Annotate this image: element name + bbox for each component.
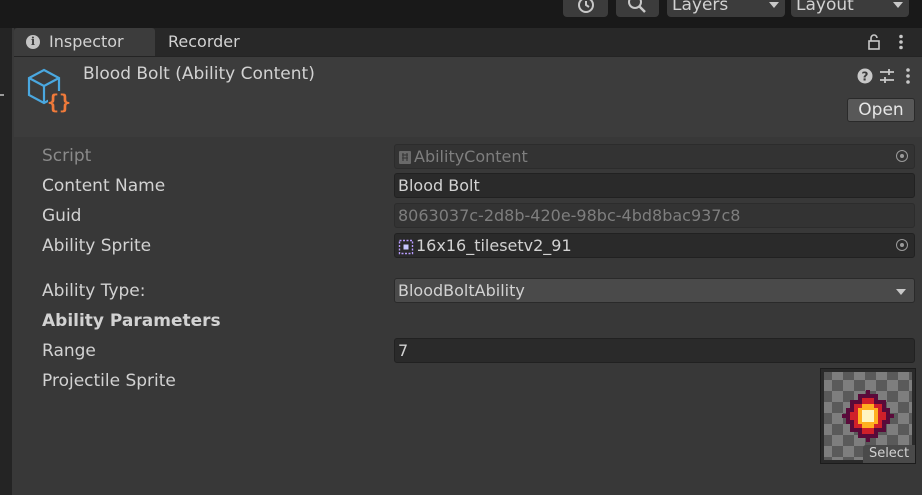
select-button[interactable]: Select: [863, 445, 915, 463]
svg-text:?: ?: [862, 70, 869, 84]
guid-label: Guid: [42, 206, 82, 226]
kebab-menu-icon[interactable]: [898, 34, 904, 50]
top-toolbar: Layers Layout: [0, 0, 922, 28]
projectile-sprite-label: Projectile Sprite: [42, 371, 176, 391]
tab-bar: i Inspector Recorder: [14, 28, 922, 56]
sprite-icon: [398, 239, 414, 254]
ability-type-label: Ability Type:: [42, 281, 146, 301]
preset-icon[interactable]: [880, 69, 894, 83]
ability-parameters-heading: Ability Parameters: [42, 311, 221, 331]
left-panel-edge: [0, 28, 12, 495]
ability-sprite-field[interactable]: 16x16_tilesetv2_91: [394, 233, 915, 258]
tab-inspector[interactable]: i Inspector: [14, 28, 155, 56]
script-file-icon: [399, 151, 411, 164]
ability-type-dropdown[interactable]: BloodBoltAbility: [394, 278, 915, 303]
search-icon: [628, 0, 646, 13]
chevron-down-icon: [896, 289, 906, 295]
layout-label: Layout: [796, 0, 854, 15]
layout-dropdown[interactable]: Layout: [791, 0, 909, 17]
layers-label: Layers: [672, 0, 729, 15]
chevron-down-icon: [893, 2, 903, 8]
history-button[interactable]: [563, 0, 608, 17]
object-picker-icon[interactable]: [896, 239, 908, 251]
chevron-down-icon: [769, 2, 779, 8]
ability-sprite-label: Ability Sprite: [42, 236, 152, 256]
search-button[interactable]: [616, 0, 659, 17]
open-button[interactable]: Open: [847, 98, 915, 122]
script-field[interactable]: AbilityContent: [394, 144, 915, 169]
lock-icon[interactable]: [867, 34, 881, 50]
range-label: Range: [42, 341, 96, 361]
range-input[interactable]: 7: [394, 338, 915, 363]
history-icon: [578, 0, 594, 13]
inspector-header: {} Blood Bolt (Ability Content) ? Open: [14, 56, 922, 138]
tab-label: Recorder: [168, 32, 240, 51]
kebab-menu-icon[interactable]: [906, 68, 910, 84]
ability-sprite-value: 16x16_tilesetv2_91: [416, 236, 572, 255]
asset-title: Blood Bolt (Ability Content): [83, 64, 315, 84]
guid-field[interactable]: 8063037c-2d8b-420e-98bc-4bd8bac937c8: [394, 203, 915, 228]
content-name-label: Content Name: [42, 176, 166, 196]
tab-label: Inspector: [49, 32, 124, 51]
layers-dropdown[interactable]: Layers: [667, 0, 785, 17]
script-value: AbilityContent: [414, 147, 528, 166]
help-icon[interactable]: ?: [857, 68, 873, 84]
tab-recorder[interactable]: Recorder: [155, 28, 275, 56]
object-picker-icon[interactable]: [896, 150, 908, 162]
divider: [0, 94, 4, 96]
inspector-body: Script AbilityContent Content Name Blood…: [14, 137, 922, 495]
scriptable-object-icon: {}: [27, 68, 71, 113]
svg-text:{}: {}: [47, 90, 71, 113]
content-name-input[interactable]: Blood Bolt: [394, 173, 915, 198]
projectile-sprite-field[interactable]: Select: [820, 368, 916, 464]
ability-type-value: BloodBoltAbility: [398, 281, 525, 300]
header-icons: ?: [857, 68, 910, 84]
info-icon: i: [26, 35, 40, 49]
script-label: Script: [42, 146, 92, 166]
